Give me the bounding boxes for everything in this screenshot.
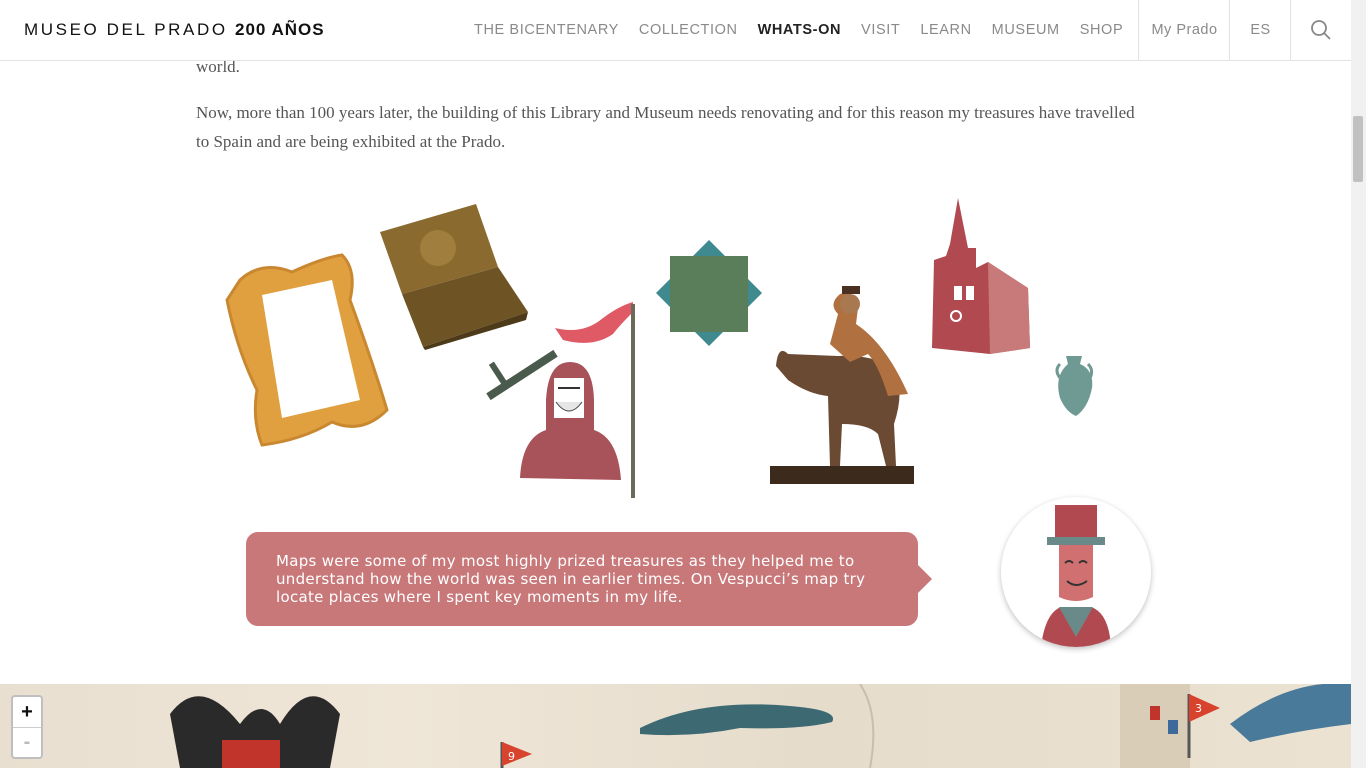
guide-avatar (1001, 497, 1151, 647)
map-zoom-control: + - (11, 695, 43, 759)
site-logo[interactable]: MUSEO DEL PRADO 200 AÑOS (24, 20, 325, 40)
main-nav: THE BICENTENARY COLLECTION WHATS-ON VISI… (464, 0, 1133, 60)
nav-collection[interactable]: COLLECTION (629, 22, 748, 38)
nav-learn[interactable]: LEARN (910, 22, 981, 38)
interactive-map[interactable]: 9 3 + - (0, 684, 1351, 768)
speech-bubble: Maps were some of my most highly prized … (246, 532, 932, 626)
language-switch[interactable]: ES (1229, 0, 1291, 60)
map-artwork (170, 684, 1351, 768)
character-illustration (1041, 505, 1111, 647)
equestrian-statue-illustration (770, 286, 914, 484)
nav-whats-on[interactable]: WHATS-ON (748, 22, 851, 38)
nav-bicentenary[interactable]: THE BICENTENARY (464, 22, 629, 38)
scrollbar-thumb[interactable] (1353, 116, 1363, 182)
logo-text: MUSEO DEL PRADO (24, 20, 228, 39)
zoom-in-button[interactable]: + (13, 697, 41, 727)
nav-shop[interactable]: SHOP (1070, 22, 1134, 38)
chest-illustration (380, 204, 528, 350)
zoom-out-button[interactable]: - (13, 727, 41, 757)
frame-illustration (225, 253, 389, 447)
site-header: MUSEO DEL PRADO 200 AÑOS THE BICENTENARY… (0, 0, 1351, 61)
green-square-illustration (656, 240, 762, 346)
my-prado-link[interactable]: My Prado (1138, 0, 1230, 60)
map-flag-9[interactable]: 9 (508, 750, 515, 763)
banner-illustration (555, 302, 635, 498)
nav-museum[interactable]: MUSEUM (982, 22, 1070, 38)
search-icon (1311, 20, 1331, 40)
intro-paragraph: Now, more than 100 years later, the buil… (196, 103, 1135, 151)
search-button[interactable] (1290, 0, 1351, 60)
nav-visit[interactable]: VISIT (851, 22, 910, 38)
page-scrollbar[interactable] (1351, 0, 1366, 768)
speech-bubble-text: Maps were some of my most highly prized … (276, 552, 866, 606)
church-illustration (932, 198, 1030, 354)
map-flag-3[interactable]: 3 (1195, 702, 1202, 715)
logo-years: 200 AÑOS (235, 20, 325, 39)
vase-illustration (1055, 356, 1094, 416)
